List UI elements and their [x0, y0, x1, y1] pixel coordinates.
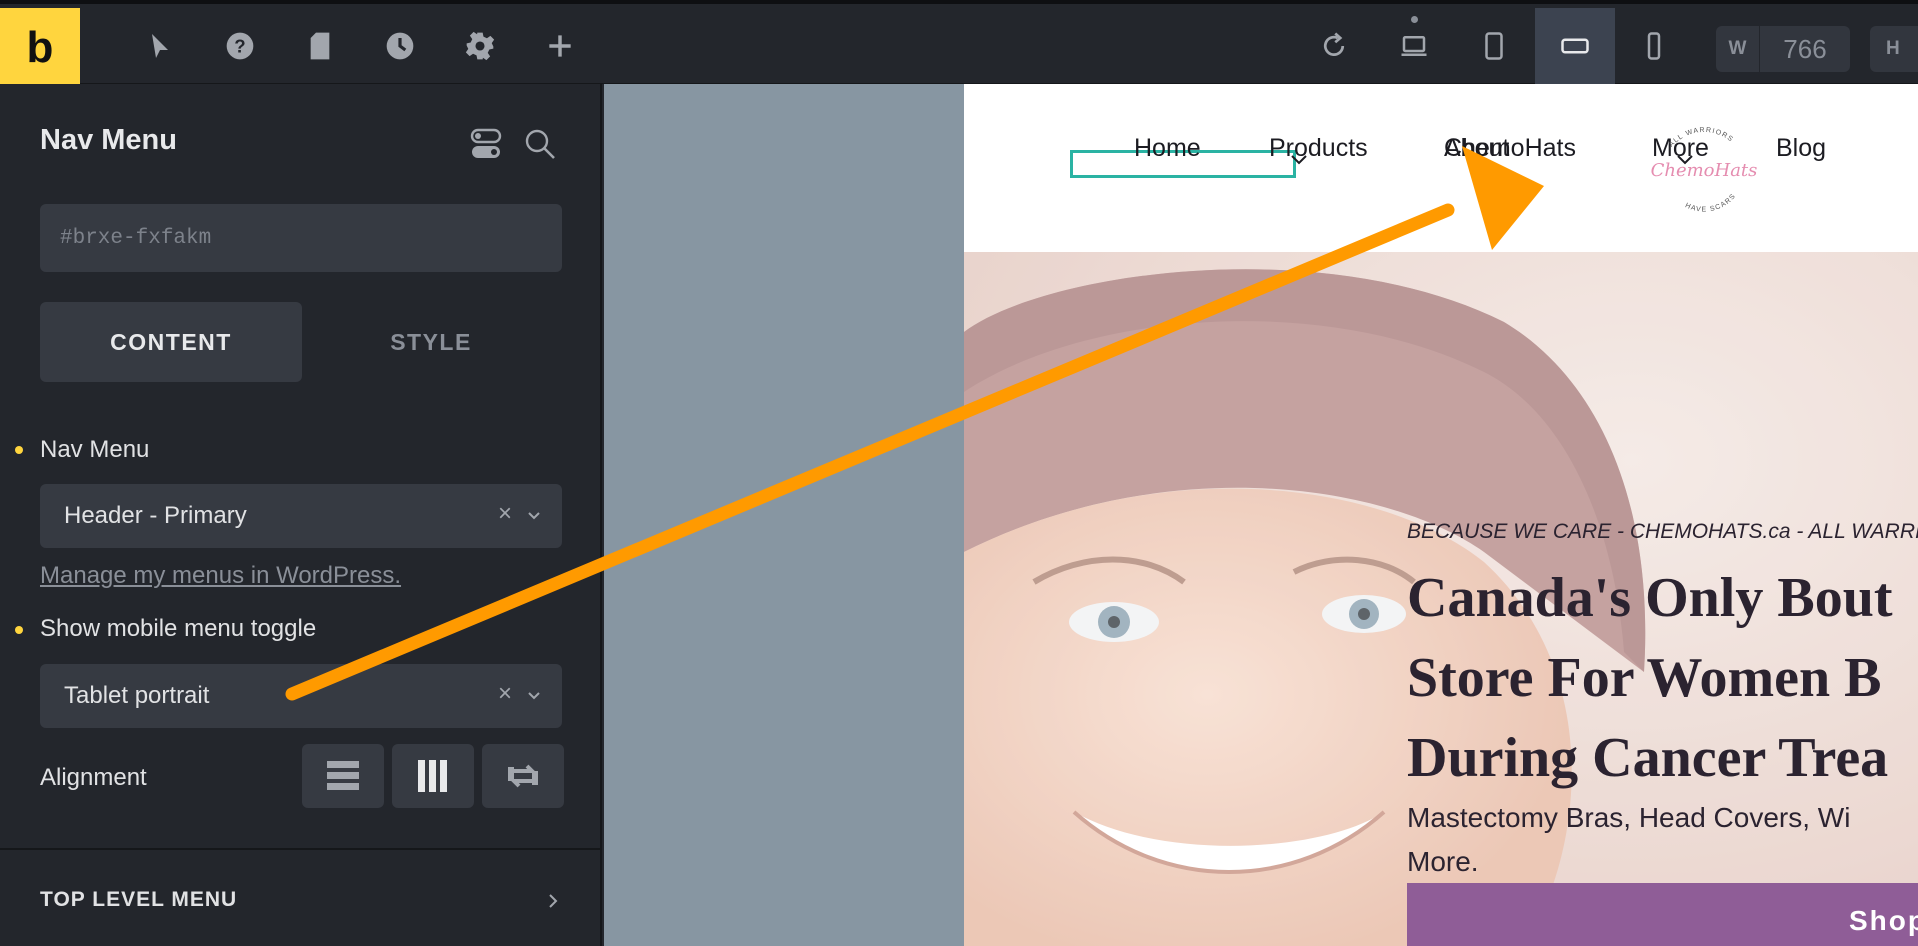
rows-icon — [327, 761, 359, 790]
clear-icon[interactable]: × — [498, 680, 512, 708]
history-icon[interactable] — [380, 26, 420, 66]
tablet-landscape-icon[interactable] — [1555, 26, 1595, 66]
nav-menu-select[interactable]: Header - Primary × — [40, 484, 562, 548]
shop-button-label: Shop — [1849, 905, 1918, 936]
bricks-logo[interactable]: b — [0, 8, 80, 88]
mobile-toggle-label: Show mobile menu toggle — [40, 615, 317, 642]
align-rows-button[interactable] — [302, 744, 384, 808]
shop-button[interactable]: Shop — [1407, 883, 1918, 946]
width-label: W — [1716, 26, 1760, 72]
height-input[interactable]: H — [1870, 26, 1918, 72]
reverse-order-button[interactable] — [482, 744, 564, 808]
hero-heading-line: Store For Women B — [1407, 647, 1882, 709]
nav-chemohats[interactable]: ChemoHats — [1444, 134, 1576, 163]
svg-text:ALL WARRIORS: ALL WARRIORS — [1668, 127, 1735, 149]
nav-products[interactable]: Products — [1269, 134, 1368, 163]
hero-heading-line: Canada's Only Bout — [1407, 567, 1893, 629]
add-icon[interactable] — [540, 26, 580, 66]
width-value[interactable]: 766 — [1760, 34, 1850, 65]
logo-bottom-text: HAVE SCARS — [1684, 192, 1736, 213]
toggle-icon[interactable] — [468, 126, 504, 162]
refresh-icon[interactable] — [1314, 26, 1354, 66]
hero-heading: Canada's Only Bout Store For Women B Dur… — [1407, 558, 1893, 798]
tab-content[interactable]: CONTENT — [40, 302, 302, 382]
breakpoint-dot — [1411, 16, 1418, 23]
columns-icon — [418, 760, 447, 792]
hero-sub-line: Mastectomy Bras, Head Covers, Wi — [1407, 802, 1851, 833]
hero-heading-line: During Cancer Trea — [1407, 727, 1889, 789]
cursor-icon[interactable] — [140, 26, 180, 66]
laptop-icon[interactable] — [1394, 26, 1434, 66]
nav-menu-label: Nav Menu — [40, 436, 150, 463]
chevron-down-icon[interactable] — [526, 688, 542, 704]
chevron-right-icon[interactable] — [546, 892, 560, 910]
gear-icon[interactable] — [460, 26, 500, 66]
divider — [0, 848, 602, 850]
hero-subtext: Mastectomy Bras, Head Covers, Wi More. — [1407, 796, 1850, 884]
align-columns-button[interactable] — [392, 744, 474, 808]
mobile-icon[interactable] — [1634, 26, 1674, 66]
top-toolbar: b ? W 766 H — [0, 0, 1918, 88]
alignment-label: Alignment — [40, 764, 147, 791]
logo-script-text: ChemoHats — [1651, 160, 1758, 181]
logo-top-text: ALL WARRIORS — [1668, 127, 1733, 149]
page-icon[interactable] — [300, 26, 340, 66]
chevron-down-icon — [1291, 155, 1307, 165]
hero-sub-line: More. — [1407, 846, 1479, 877]
search-icon[interactable] — [522, 126, 558, 162]
reverse-icon — [508, 764, 538, 788]
nav-blog[interactable]: Blog — [1776, 134, 1826, 163]
svg-text:?: ? — [234, 36, 245, 57]
nav-home[interactable]: Home — [1134, 134, 1201, 163]
css-id-input[interactable] — [40, 204, 562, 272]
canvas-background — [604, 84, 964, 946]
site-header: Home Products About ChemoHats More Blog … — [964, 84, 1918, 252]
tab-style[interactable]: STYLE — [300, 302, 562, 382]
tablet-portrait-icon[interactable] — [1474, 26, 1514, 66]
manage-menus-link[interactable]: Manage my menus in WordPress. — [40, 562, 401, 590]
chevron-down-icon[interactable] — [526, 508, 542, 524]
chemohats-logo[interactable]: ALL WARRIORS ChemoHats HAVE SCARS — [1644, 114, 1764, 224]
nav-menu-bullet — [15, 446, 23, 454]
builder-window: b ? W 766 H Nav Menu #brxe-fxfakm CONTEN… — [0, 0, 1918, 946]
hero-tagline: BECAUSE WE CARE - CHEMOHATS.ca - ALL WAR… — [1407, 520, 1918, 543]
mobile-toggle-value: Tablet portrait — [64, 682, 210, 709]
clear-icon[interactable]: × — [498, 500, 512, 528]
top-level-menu-section[interactable]: TOP LEVEL MENU — [40, 888, 237, 912]
width-input[interactable]: W 766 — [1716, 26, 1850, 72]
nav-menu-value: Header - Primary — [64, 502, 247, 529]
mobile-toggle-select[interactable]: Tablet portrait × — [40, 664, 562, 728]
mobile-toggle-bullet — [15, 626, 23, 634]
help-icon[interactable]: ? — [220, 26, 260, 66]
svg-text:HAVE SCARS: HAVE SCARS — [1684, 192, 1738, 213]
panel-title: Nav Menu — [40, 124, 177, 156]
element-settings-panel: Nav Menu CONTENT STYLE Nav Menu Header -… — [0, 84, 602, 946]
